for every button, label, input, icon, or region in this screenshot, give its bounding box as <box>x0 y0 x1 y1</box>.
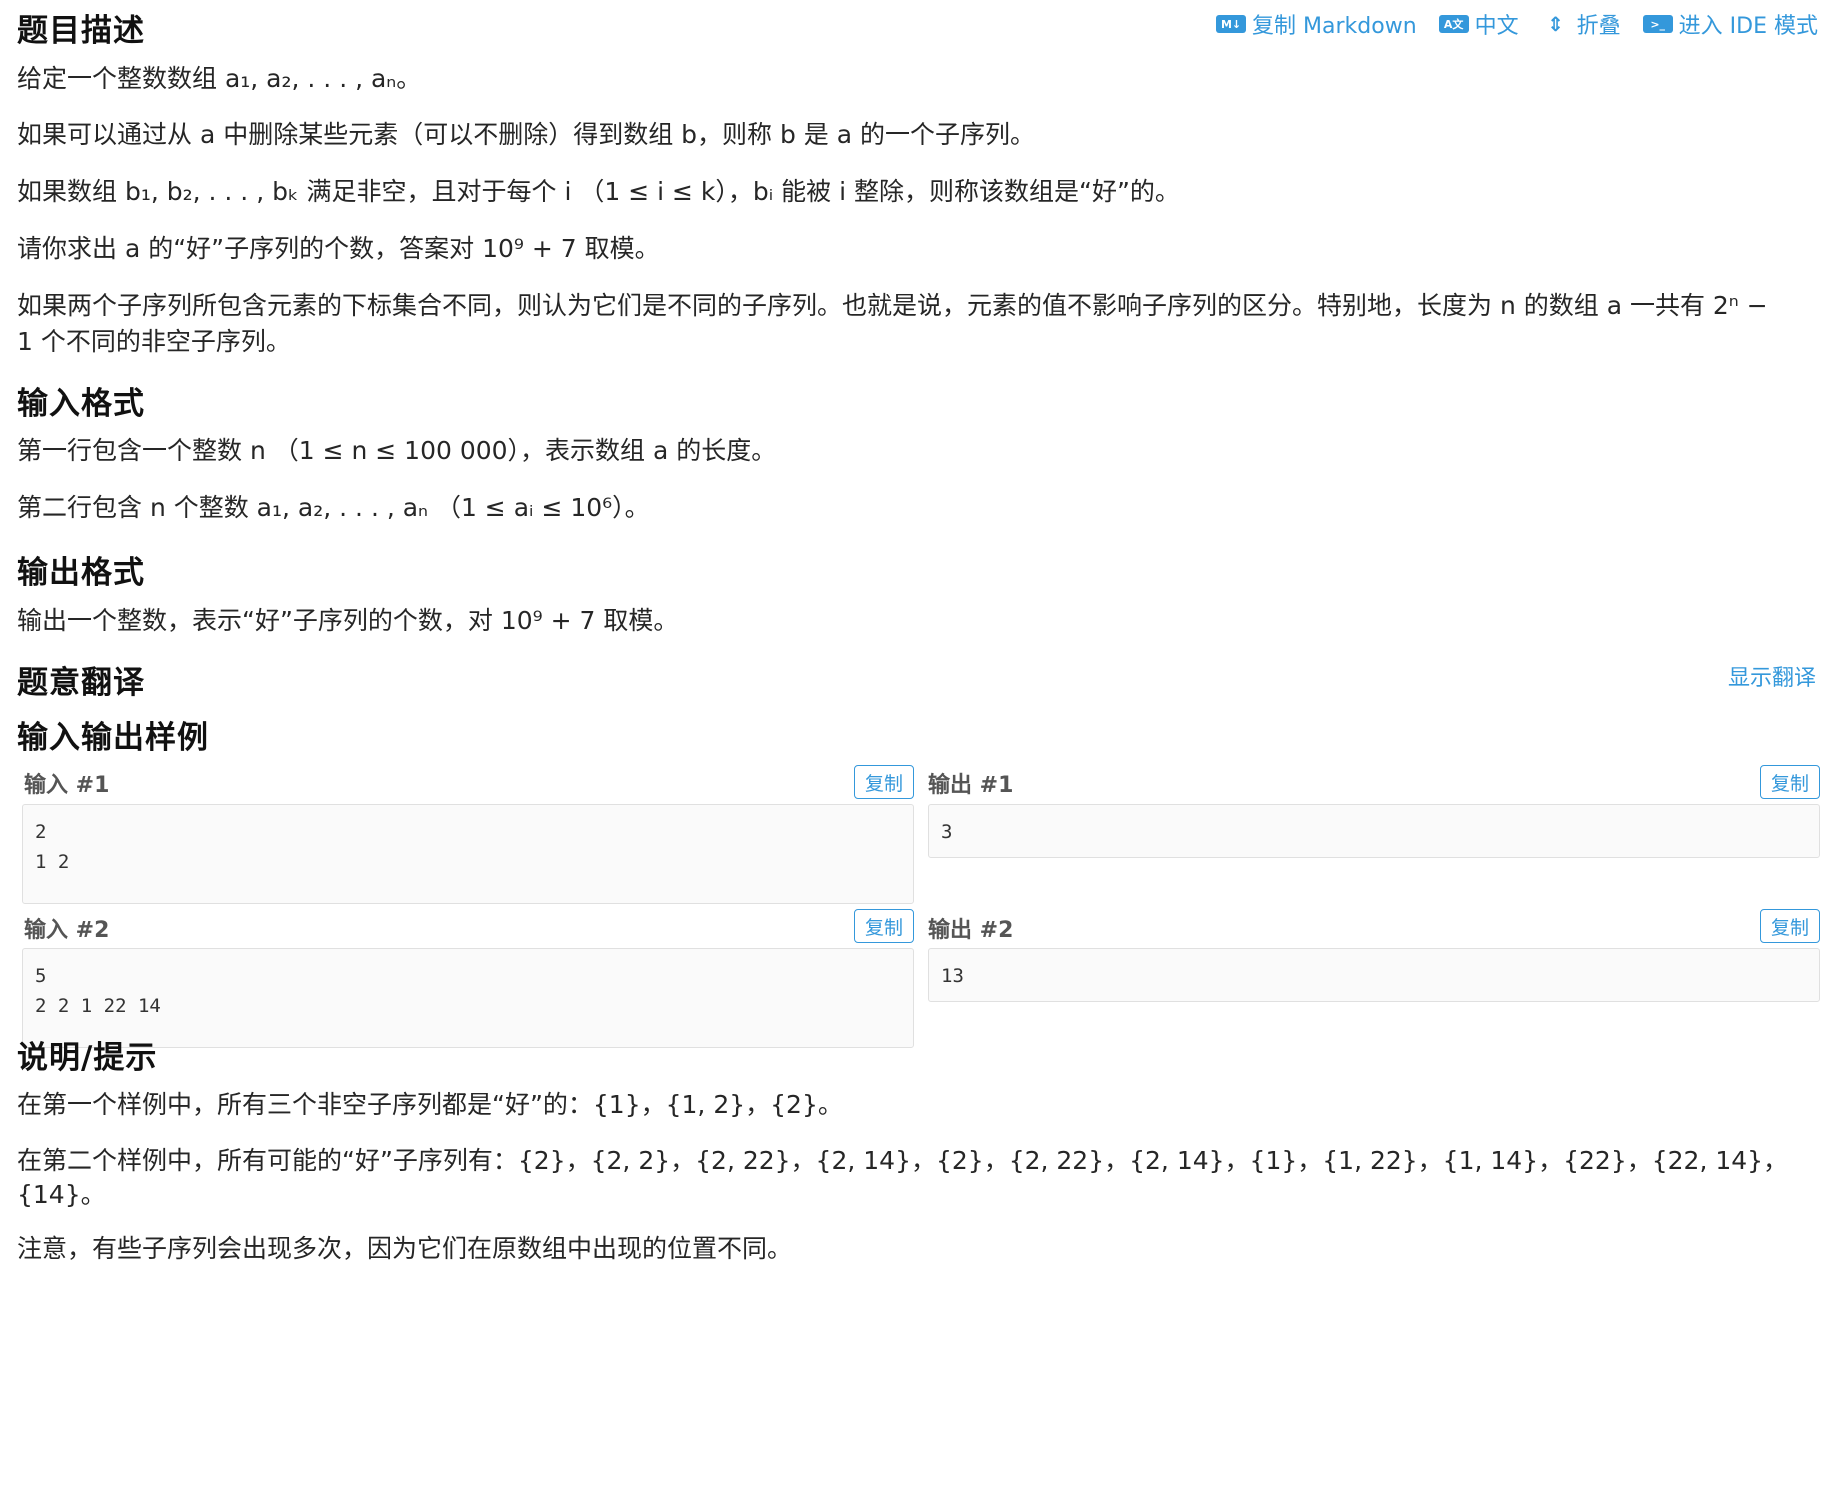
sample-1-input-label: 输入 #1 <box>24 773 110 798</box>
language-label: 中文 <box>1474 14 1519 39</box>
problem-page: M↓ 复制 Markdown A文 中文 ⇕ 折叠 >_ 进入 IDE 模式 题… <box>0 0 1834 1502</box>
description-para-3: 如果数组 b₁, b₂, . . . , bₖ 满足非空，且对于每个 i （1 … <box>17 177 1180 206</box>
markdown-icon: M↓ <box>1216 15 1247 33</box>
sample-1-input-copy-button[interactable]: 复制 <box>854 765 914 799</box>
input-format-heading: 输入格式 <box>17 386 145 422</box>
sample-2-input-label: 输入 #2 <box>24 918 110 943</box>
sample-1-output-box[interactable]: 3 <box>928 804 1820 858</box>
hint-para-1: 在第一个样例中，所有三个非空子序列都是“好”的：{1}，{1, 2}，{2}。 <box>17 1090 843 1119</box>
sample-2-input-copy-button[interactable]: 复制 <box>854 909 914 943</box>
ide-mode-button[interactable]: >_ 进入 IDE 模式 <box>1642 8 1818 40</box>
sample-2-output-copy-button[interactable]: 复制 <box>1760 909 1820 943</box>
translation-heading: 题意翻译 <box>17 665 145 701</box>
hint-para-2a: 在第二个样例中，所有可能的“好”子序列有：{2}，{2, 2}，{2, 22}，… <box>17 1146 1789 1175</box>
sample-2-output-box[interactable]: 13 <box>928 948 1820 1002</box>
translate-icon: A文 <box>1438 15 1469 33</box>
input-format-para-1: 第一行包含一个整数 n （1 ≤ n ≤ 100 000），表示数组 a 的长度… <box>17 436 777 465</box>
collapse-icon: ⇕ <box>1547 12 1565 36</box>
description-heading: 题目描述 <box>17 13 145 49</box>
hint-para-3: 注意，有些子序列会出现多次，因为它们在原数组中出现的位置不同。 <box>17 1234 793 1263</box>
description-para-2: 如果可以通过从 a 中删除某些元素（可以不删除）得到数组 b，则称 b 是 a … <box>17 120 1036 149</box>
hint-heading: 说明/提示 <box>17 1040 158 1076</box>
fold-button[interactable]: ⇕ 折叠 <box>1541 8 1621 40</box>
ide-mode-label: 进入 IDE 模式 <box>1678 14 1818 39</box>
copy-markdown-button[interactable]: M↓ 复制 Markdown <box>1216 8 1417 40</box>
show-translation-link[interactable]: 显示翻译 <box>1728 660 1816 692</box>
description-para-1: 给定一个整数数组 a₁, a₂, . . . , aₙ。 <box>17 64 422 93</box>
sample-2-output-label: 输出 #2 <box>928 918 1014 943</box>
terminal-icon: >_ <box>1642 15 1673 33</box>
sample-1-output-label: 输出 #1 <box>928 773 1014 798</box>
output-format-heading: 输出格式 <box>17 555 145 591</box>
description-para-4: 请你求出 a 的“好”子序列的个数，答案对 10⁹ + 7 取模。 <box>17 234 660 263</box>
hint-para-2b: {14}。 <box>17 1180 106 1209</box>
output-format-para-1: 输出一个整数，表示“好”子序列的个数，对 10⁹ + 7 取模。 <box>17 606 679 635</box>
description-para-5b: 1 个不同的非空子序列。 <box>17 327 291 356</box>
description-para-5a: 如果两个子序列所包含元素的下标集合不同，则认为它们是不同的子序列。也就是说，元素… <box>17 291 1768 320</box>
language-button[interactable]: A文 中文 <box>1438 8 1519 40</box>
samples-heading: 输入输出样例 <box>17 720 209 756</box>
toolbar: M↓ 复制 Markdown A文 中文 ⇕ 折叠 >_ 进入 IDE 模式 <box>1216 8 1818 40</box>
sample-1-output-copy-button[interactable]: 复制 <box>1760 765 1820 799</box>
fold-label: 折叠 <box>1576 14 1621 39</box>
copy-markdown-label: 复制 Markdown <box>1252 14 1417 39</box>
input-format-para-2: 第二行包含 n 个整数 a₁, a₂, . . . , aₙ （1 ≤ aᵢ ≤… <box>17 493 650 522</box>
sample-1-input-box[interactable]: 2 1 2 <box>22 804 914 904</box>
